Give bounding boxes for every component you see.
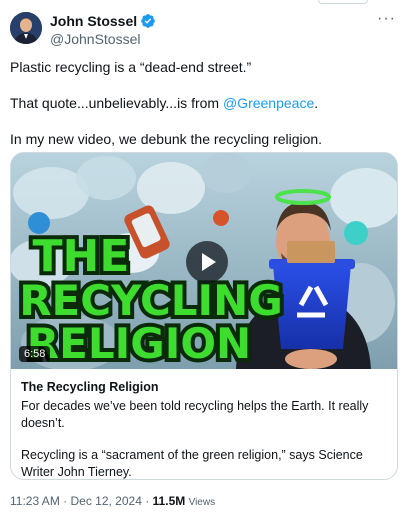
video-duration: 6:58	[19, 346, 51, 362]
verified-badge-icon	[141, 14, 155, 28]
thumbnail-title-line-3-fill: RELIGION	[27, 319, 251, 368]
user-handle[interactable]: @JohnStossel	[50, 31, 156, 47]
card-title: The Recycling Religion	[21, 380, 159, 394]
avatar[interactable]	[10, 12, 42, 44]
card-body[interactable]: The Recycling Religion For decades we’ve…	[11, 369, 397, 479]
tweet-header: John Stossel @JohnStossel ···	[10, 10, 398, 50]
play-button[interactable]	[186, 241, 228, 283]
tweet-text: Plastic recycling is a “dead-end street.…	[10, 58, 398, 166]
play-icon	[202, 253, 216, 271]
card-description-2: Recycling is a “sacrament of the green r…	[21, 448, 363, 479]
tweet-time[interactable]: 11:23 AM	[10, 494, 60, 508]
views-label: Views	[188, 497, 216, 508]
mention-link[interactable]: @Greenpeace	[223, 95, 314, 111]
card-description: For decades we’ve been told recycling he…	[21, 399, 369, 430]
video-card[interactable]: THE THE RECYCLING RECYCLING RELIGION REL…	[10, 152, 398, 480]
tweet-line-2-text: That quote...unbelievably...is from	[10, 95, 223, 111]
tweet-line-2-end: .	[314, 95, 319, 111]
display-name[interactable]: John Stossel	[50, 13, 137, 29]
user-info[interactable]: John Stossel @JohnStossel	[50, 13, 156, 47]
views-count: 11.5M	[152, 494, 186, 508]
tweet-line-1: Plastic recycling is a “dead-end street.…	[10, 59, 252, 75]
thumbnail-title-line-2-fill: RECYCLING	[19, 276, 283, 325]
tweet-meta: 11:23 AM · Dec 12, 2024 · 11.5M Views	[10, 494, 215, 508]
tweet-line-3: In my new video, we debunk the recycling…	[10, 131, 323, 147]
video-thumbnail[interactable]: THE THE RECYCLING RECYCLING RELIGION REL…	[11, 153, 397, 369]
more-options-icon[interactable]: ···	[377, 10, 396, 28]
previous-element-edge	[318, 0, 368, 4]
meta-separator: ·	[59, 494, 71, 508]
thumbnail-title-line-1-fill: THE	[33, 231, 130, 282]
tweet-line-2: That quote...unbelievably...is from @Gre…	[10, 94, 398, 112]
meta-separator-2: ·	[141, 494, 153, 508]
tweet-date[interactable]: Dec 12, 2024	[70, 494, 141, 508]
